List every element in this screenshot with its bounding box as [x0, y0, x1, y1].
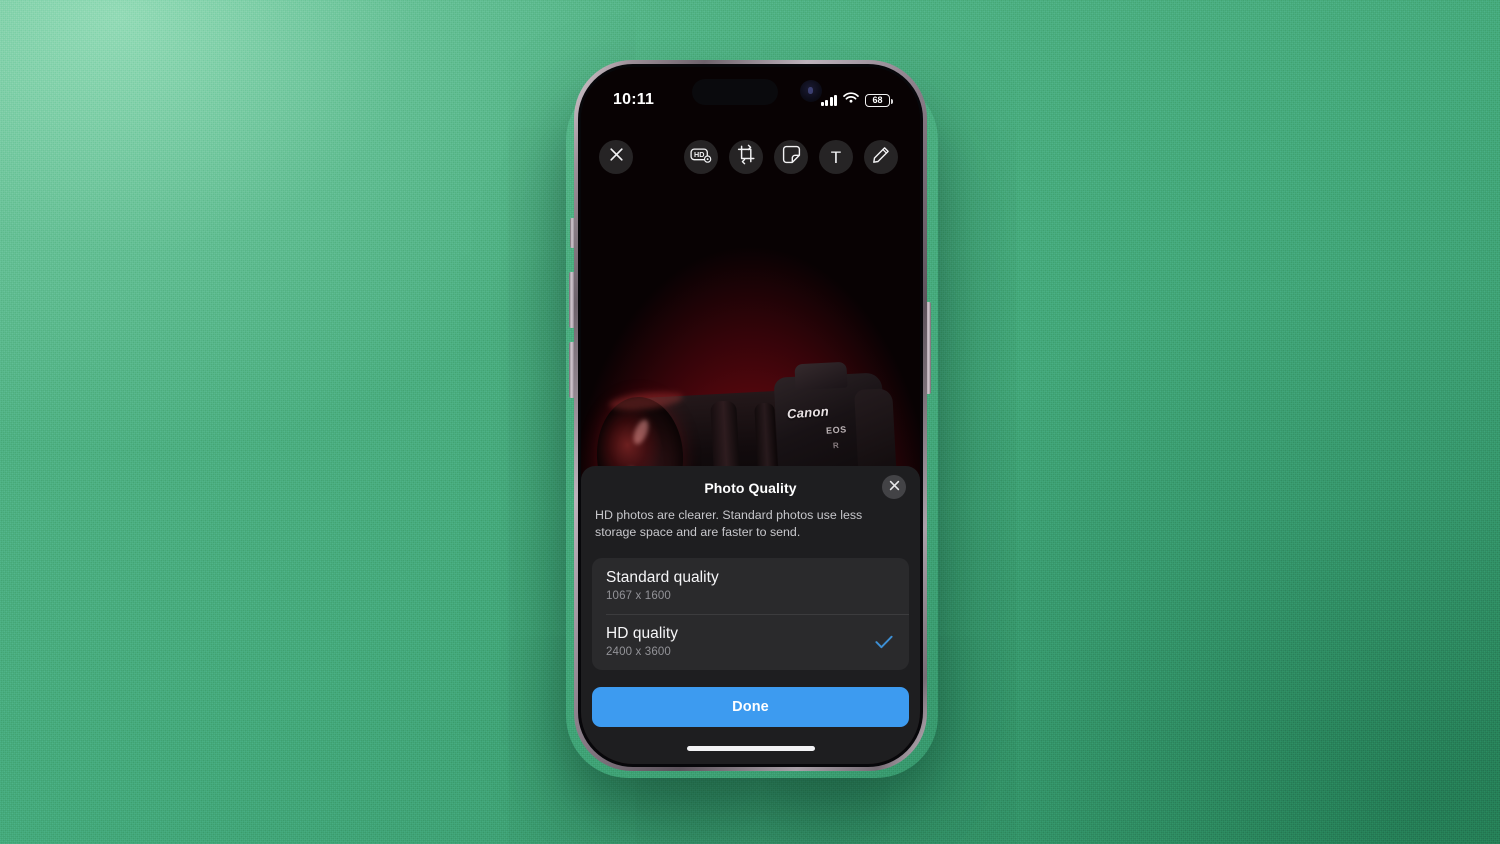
photo-quality-sheet: Photo Quality HD photos are clearer. Sta… — [581, 466, 920, 764]
crop-rotate-button[interactable] — [729, 140, 763, 174]
close-icon — [889, 478, 900, 496]
editor-toolbar: HD T — [581, 133, 920, 181]
sticker-icon — [782, 145, 801, 169]
home-indicator[interactable] — [686, 746, 815, 751]
editor-tool-group: HD T — [684, 140, 902, 174]
option-text: Standard quality 1067 x 1600 — [606, 569, 873, 602]
text-icon: T — [830, 147, 842, 167]
close-editor-button[interactable] — [599, 140, 633, 174]
sheet-title: Photo Quality — [704, 480, 797, 497]
device-bezel: Canon EOS R 10:11 68 HD T Photo Quality … — [578, 64, 923, 767]
sticker-button[interactable] — [774, 140, 808, 174]
text-button[interactable]: T — [819, 140, 853, 174]
wifi-icon — [843, 91, 859, 109]
sheet-header: Photo Quality — [581, 466, 920, 510]
front-camera-cutout — [799, 80, 822, 102]
close-icon — [609, 147, 624, 167]
camera-model-text: EOS — [825, 424, 848, 436]
signal-bars-icon — [820, 94, 837, 106]
crop-rotate-icon — [736, 144, 757, 170]
option-title: Standard quality — [606, 569, 719, 587]
battery-level-label: 68 — [872, 94, 883, 105]
hd-quality-button[interactable]: HD — [684, 140, 718, 174]
camera-viewfinder — [794, 361, 848, 391]
option-resolution: 2400 x 3600 — [606, 646, 671, 658]
sheet-description: HD photos are clearer. Standard photos u… — [595, 508, 863, 540]
option-text: HD quality 2400 x 3600 — [606, 625, 873, 658]
option-standard-quality[interactable]: Standard quality 1067 x 1600 — [592, 558, 909, 614]
quality-options-list: Standard quality 1067 x 1600 HD quality — [592, 558, 909, 670]
status-bar-indicators: 68 — [820, 91, 893, 109]
option-resolution: 1067 x 1600 — [606, 590, 671, 603]
hd-icon: HD — [690, 146, 712, 169]
device-screen: Canon EOS R 10:11 68 HD T Photo Quality … — [581, 67, 920, 764]
battery-icon: 68 — [865, 93, 893, 107]
dynamic-island — [691, 79, 778, 105]
draw-button[interactable] — [864, 140, 898, 174]
iphone-device: Canon EOS R 10:11 68 HD T Photo Quality … — [574, 60, 927, 771]
status-bar-time: 10:11 — [613, 91, 655, 108]
svg-text:HD: HD — [694, 150, 704, 159]
option-title: HD quality — [606, 625, 678, 643]
option-hd-quality[interactable]: HD quality 2400 x 3600 — [592, 614, 909, 670]
sheet-close-button[interactable] — [882, 475, 906, 500]
checkmark-icon — [873, 631, 895, 653]
pencil-icon — [872, 146, 890, 169]
camera-brand-text: Canon — [786, 403, 830, 422]
camera-model-number: R — [832, 440, 840, 451]
done-button[interactable]: Done — [592, 687, 909, 727]
